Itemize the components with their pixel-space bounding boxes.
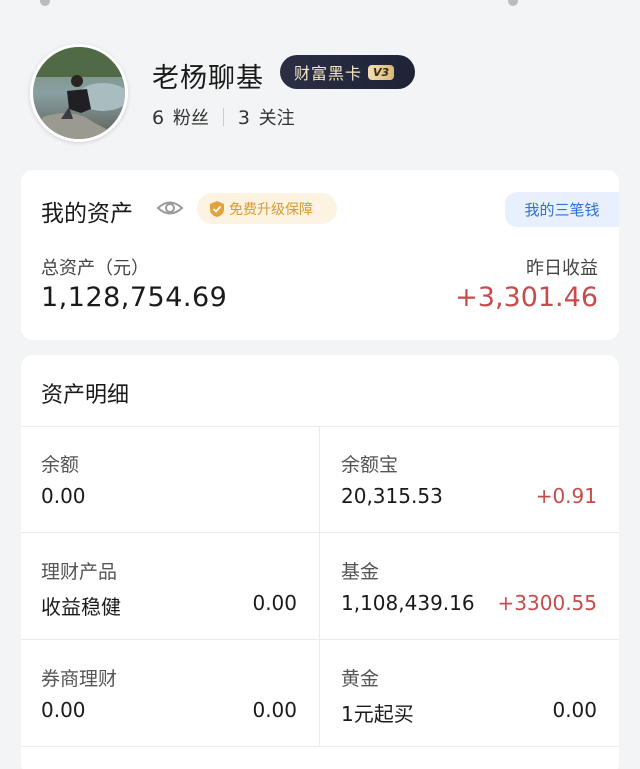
divider bbox=[21, 532, 619, 533]
my-assets-title: 我的资产 bbox=[41, 201, 133, 227]
following-stat[interactable]: 3 关注 bbox=[238, 104, 295, 130]
fans-count: 6 bbox=[152, 107, 165, 129]
asset-item-name: 余额 bbox=[41, 454, 80, 476]
divider bbox=[21, 639, 619, 640]
shield-check-icon bbox=[210, 200, 224, 217]
asset-item-earnings: +3300.55 bbox=[497, 591, 597, 615]
asset-detail-card: 资产明细 余额 0.00 余额宝 20,315.53 +0.91 理财产品 收益… bbox=[21, 355, 619, 769]
eye-icon[interactable] bbox=[156, 195, 184, 221]
asset-item-amount: 0.00 bbox=[252, 698, 297, 722]
yesterday-earnings-value: +3,301.46 bbox=[455, 282, 598, 313]
asset-item-name: 黄金 bbox=[341, 668, 380, 690]
fans-stat[interactable]: 6 粉丝 bbox=[152, 104, 209, 130]
total-assets-value: 1,128,754.69 bbox=[41, 282, 228, 313]
avatar[interactable] bbox=[30, 44, 128, 142]
asset-detail-title: 资产明细 bbox=[41, 383, 130, 408]
asset-item-name: 理财产品 bbox=[41, 561, 118, 583]
yesterday-earnings-label: 昨日收益 bbox=[526, 258, 598, 279]
fans-label: 粉丝 bbox=[172, 108, 209, 129]
total-assets-label: 总资产（元） bbox=[41, 258, 149, 279]
asset-item-earnings: +0.91 bbox=[535, 484, 597, 508]
asset-item-amount: 0.00 bbox=[252, 591, 297, 615]
divider bbox=[21, 746, 619, 747]
asset-item-value: 0.00 bbox=[41, 484, 86, 508]
status-dot bbox=[40, 0, 50, 6]
asset-item-name: 券商理财 bbox=[41, 668, 118, 690]
divider bbox=[21, 426, 619, 427]
asset-item-name: 基金 bbox=[341, 561, 380, 583]
protect-upgrade-badge[interactable]: 免费升级保障 bbox=[197, 193, 337, 224]
divider bbox=[222, 108, 224, 126]
follow-stats: 6 粉丝 3 关注 bbox=[152, 104, 295, 130]
wealth-card-label: 财富黑卡 bbox=[294, 64, 363, 83]
vip-level-badge: V3 bbox=[368, 64, 395, 80]
asset-item-value: 收益稳健 bbox=[41, 595, 121, 619]
status-dot bbox=[508, 0, 518, 6]
following-count: 3 bbox=[237, 107, 250, 129]
divider bbox=[319, 426, 320, 746]
protect-upgrade-label: 免费升级保障 bbox=[229, 201, 313, 218]
avatar-photo-icon bbox=[33, 47, 125, 139]
my-three-money-button[interactable]: 我的三笔钱 bbox=[505, 192, 619, 227]
wealth-card-badge[interactable]: 财富黑卡 V3 bbox=[280, 55, 415, 89]
username: 老杨聊基 bbox=[152, 63, 264, 94]
my-assets-card: 我的资产 免费升级保障 我的三笔钱 总资产（元） 1,128,754.69 昨日… bbox=[21, 170, 619, 340]
asset-item-amount: 0.00 bbox=[552, 698, 597, 722]
asset-item-value: 1元起买 bbox=[341, 702, 414, 726]
following-label: 关注 bbox=[258, 108, 295, 129]
asset-item-value: 20,315.53 bbox=[341, 484, 443, 508]
asset-item-name: 余额宝 bbox=[341, 454, 399, 476]
asset-item-value: 1,108,439.16 bbox=[341, 591, 475, 615]
asset-item-value: 0.00 bbox=[41, 698, 86, 722]
